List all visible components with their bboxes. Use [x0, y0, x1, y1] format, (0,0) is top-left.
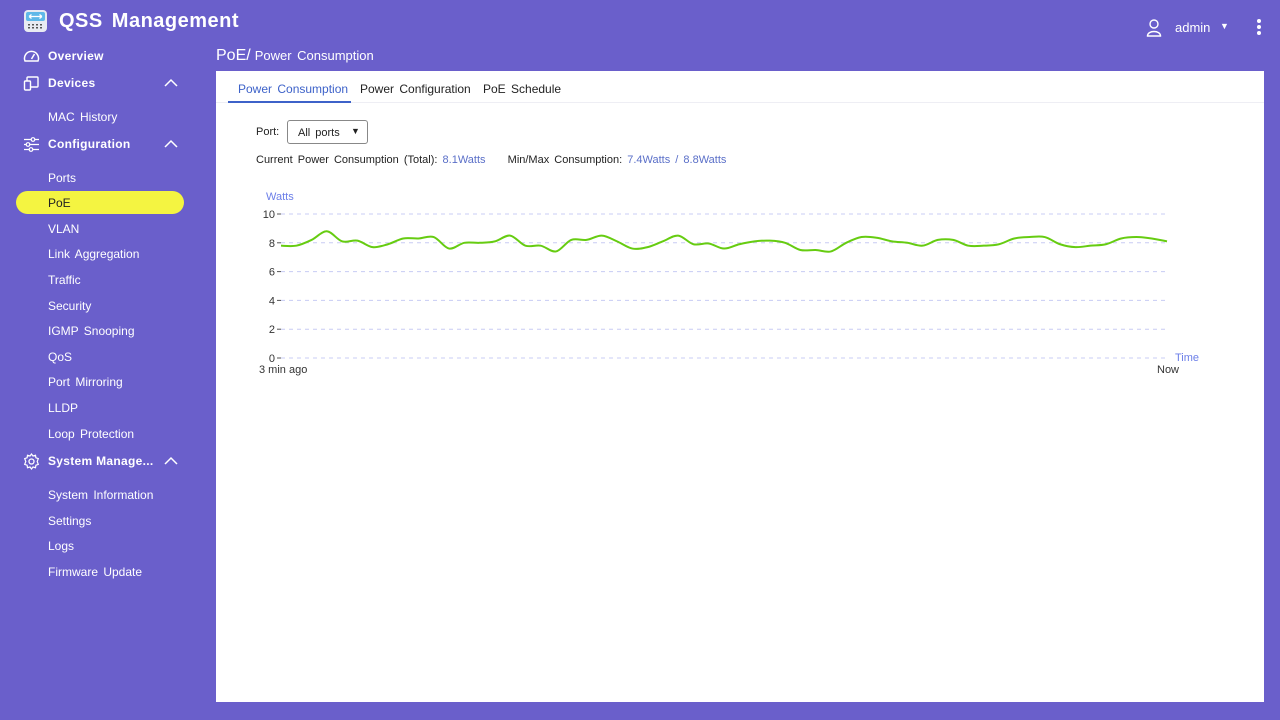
sidebar-item-label: Loop Protection	[48, 427, 135, 441]
x-tick-end: Now	[1157, 364, 1179, 376]
sidebar-item-label: PoE	[48, 196, 71, 210]
sidebar-item-label: QoS	[48, 350, 73, 364]
sidebar-item-traffic[interactable]: Traffic	[16, 268, 184, 291]
main-panel: Power Consumption Power Configuration Po…	[216, 71, 1264, 702]
y-tick-label: 8	[269, 238, 275, 250]
power-chart: Watts Time 3 min ago Now 0 2 4 6 8 10	[259, 191, 1199, 376]
sidebar-group-devices[interactable]: Devices	[0, 71, 200, 95]
series-line-power-consumption	[280, 230, 1168, 253]
breadcrumb-parent[interactable]: PoE/	[216, 47, 251, 64]
sidebar-item-label: Link Aggregation	[48, 247, 140, 261]
breadcrumb-current: Power Consumption	[254, 48, 374, 63]
sidebar-item-firmware-update[interactable]: Firmware Update	[16, 560, 184, 583]
sidebar-item-poe[interactable]: PoE	[16, 191, 184, 214]
y-tick-label: 2	[269, 324, 275, 336]
switch-icon	[24, 10, 47, 32]
devices-icon	[23, 75, 39, 91]
user-menu-button[interactable]: admin	[1175, 20, 1210, 35]
chevron-up-icon[interactable]	[164, 78, 178, 88]
sidebar-item-system-information[interactable]: System Information	[16, 483, 184, 506]
sidebar-item-label: MAC History	[48, 110, 118, 124]
user-icon[interactable]	[1146, 19, 1162, 37]
x-axis-label: Time	[1175, 352, 1199, 364]
sidebar-item-link-aggregation[interactable]: Link Aggregation	[16, 242, 184, 265]
sidebar-item-vlan[interactable]: VLAN	[16, 217, 184, 240]
sidebar-item-label: Settings	[48, 514, 92, 528]
sidebar-item-label: LLDP	[48, 401, 79, 415]
kebab-menu-icon[interactable]	[1256, 19, 1262, 37]
chevron-up-icon[interactable]	[164, 456, 178, 466]
sidebar-item-igmp-snooping[interactable]: IGMP Snooping	[16, 319, 184, 342]
sidebar-item-label: IGMP Snooping	[48, 324, 135, 338]
sidebar-item-label: System Information	[48, 488, 154, 502]
x-tick-start: 3 min ago	[259, 364, 307, 376]
sidebar-group-configuration[interactable]: Configuration	[0, 132, 200, 156]
sidebar-item-logs[interactable]: Logs	[16, 534, 184, 557]
sidebar-group-system-management[interactable]: System Manage...	[0, 449, 200, 473]
sidebar-item-ports[interactable]: Ports	[16, 166, 184, 189]
sidebar-item-loop-protection[interactable]: Loop Protection	[16, 422, 184, 445]
breadcrumb: PoE/Power Consumption	[216, 47, 374, 65]
chevron-up-icon[interactable]	[164, 139, 178, 149]
sidebar-item-lldp[interactable]: LLDP	[16, 396, 184, 419]
top-bar: QSS Management admin ▼	[0, 0, 1280, 44]
y-tick-label: 0	[269, 353, 275, 365]
sidebar-item-qos[interactable]: QoS	[16, 345, 184, 368]
sidebar-item-security[interactable]: Security	[16, 294, 184, 317]
sidebar-item-label: Port Mirroring	[48, 375, 123, 389]
y-tick-label: 6	[269, 267, 275, 279]
sidebar-item-label: Logs	[48, 539, 75, 553]
sidebar-item-mac-history[interactable]: MAC History	[16, 105, 184, 128]
sidebar-item-overview[interactable]: Overview	[0, 44, 200, 68]
sidebar-item-label: VLAN	[48, 222, 80, 236]
sidebar-group-label: Configuration	[48, 137, 131, 151]
sidebar-item-label: Ports	[48, 171, 77, 185]
sidebar-group-label: System Manage...	[48, 454, 154, 468]
sidebar-item-label: Firmware Update	[48, 565, 143, 579]
sidebar-item-settings[interactable]: Settings	[16, 509, 184, 532]
caret-down-icon[interactable]: ▼	[1220, 21, 1229, 31]
sliders-icon	[24, 136, 39, 152]
y-tick-label: 10	[263, 209, 275, 221]
sidebar-group-label: Devices	[48, 76, 96, 90]
y-tick-label: 4	[269, 295, 275, 307]
app-title: QSS Management	[59, 10, 240, 32]
sidebar-group-label: Overview	[48, 49, 104, 63]
sidebar-item-label: Security	[48, 299, 92, 313]
sidebar-item-port-mirroring[interactable]: Port Mirroring	[16, 370, 184, 393]
gear-icon	[23, 452, 40, 470]
y-axis-label: Watts	[266, 191, 294, 203]
sidebar-item-label: Traffic	[48, 273, 81, 287]
gauge-icon	[23, 50, 40, 62]
